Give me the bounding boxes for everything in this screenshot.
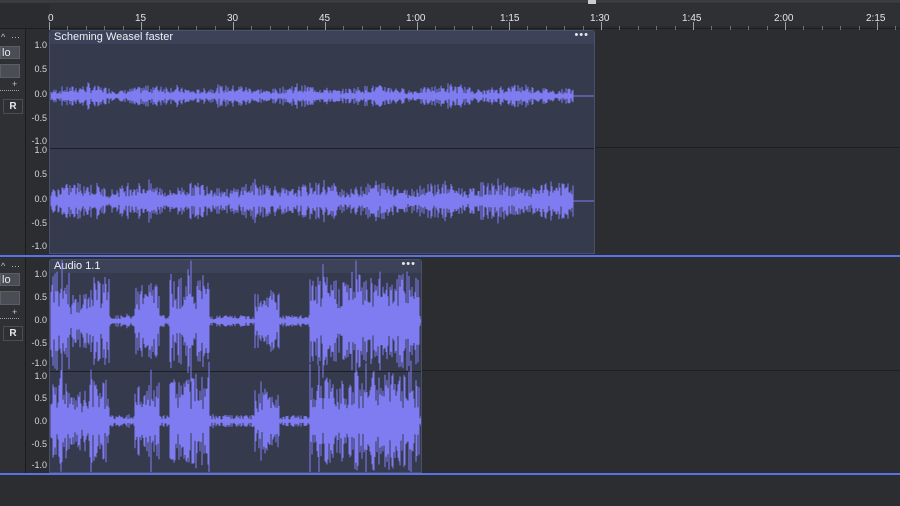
ruler-minor-tick [711, 26, 713, 30]
scale-label: -1.0 [31, 358, 47, 368]
scale-label: 1.0 [34, 371, 47, 381]
ruler-minor-tick [858, 26, 860, 30]
tick-label: 1:00 [406, 13, 426, 24]
ruler-minor-tick [821, 26, 823, 30]
scale-label: 0.0 [34, 194, 47, 204]
ruler-major-tick [49, 22, 50, 30]
ruler-minor-tick [748, 26, 750, 30]
tick-label: 1:30 [590, 13, 610, 24]
record-button[interactable]: R [3, 326, 23, 341]
ruler-major-tick [877, 22, 878, 30]
ruler-minor-tick [637, 26, 639, 30]
track-2-control-panel: ^ ··· lo + R [0, 258, 25, 473]
scale-label: 1.0 [34, 40, 47, 50]
track-menu-icon[interactable]: ··· [11, 32, 20, 42]
track-separator [0, 255, 900, 257]
ruler-major-tick [693, 22, 694, 30]
ruler-major-tick [785, 22, 786, 30]
ruler-minor-tick [656, 26, 658, 30]
solo-button[interactable]: lo [0, 273, 20, 286]
collapse-icon[interactable]: ^ [1, 32, 5, 42]
scale-label: -1.0 [31, 241, 47, 251]
ruler-major-tick [141, 22, 142, 30]
channel-divider-line [422, 370, 900, 371]
gain-slider[interactable] [0, 316, 19, 319]
effects-button[interactable] [0, 64, 20, 78]
waveform-display[interactable] [50, 31, 595, 254]
tick-label: 1:45 [682, 13, 702, 24]
ruler-minor-tick [619, 26, 621, 30]
ruler-major-tick [417, 22, 418, 30]
track-1-vertical-scale[interactable]: 1.0 0.5 0.0 -0.5 -1.0 1.0 0.5 0.0 -0.5 -… [26, 29, 49, 255]
waveform-right-channel [50, 360, 421, 472]
record-button[interactable]: R [3, 99, 23, 114]
channel-divider-line [595, 147, 900, 148]
scale-label: 0.5 [34, 169, 47, 179]
track-2-vertical-scale[interactable]: 1.0 0.5 0.0 -0.5 -1.0 1.0 0.5 0.0 -0.5 -… [26, 258, 49, 473]
ruler-minor-tick [895, 26, 897, 30]
ruler-minor-tick [766, 26, 768, 30]
timeline-ruler[interactable]: 0 15 30 45 1:00 1:15 1:30 1:45 2:00 2:15 [0, 0, 900, 30]
collapse-icon[interactable]: ^ [1, 261, 5, 271]
scale-label: 0.0 [34, 416, 47, 426]
ruler-top-strip [0, 0, 900, 3]
audio-clip-audio-1-1[interactable]: Audio 1.1 ••• [49, 259, 422, 473]
track-separator [0, 473, 900, 475]
scale-label: 0.5 [34, 393, 47, 403]
scale-label: 0.0 [34, 89, 47, 99]
tick-label: 2:15 [866, 13, 886, 24]
solo-button[interactable]: lo [0, 46, 20, 59]
playhead-marker[interactable] [588, 0, 596, 4]
ruler-minor-tick [729, 26, 731, 30]
scale-label: 0.5 [34, 292, 47, 302]
scale-label: -0.5 [31, 439, 47, 449]
scale-label: -0.5 [31, 338, 47, 348]
ruler-major-tick [233, 22, 234, 30]
ruler-major-tick [509, 22, 510, 30]
ruler-minor-tick [840, 26, 842, 30]
effects-button[interactable] [0, 291, 20, 305]
ruler-body[interactable]: 0 15 30 45 1:00 1:15 1:30 1:45 2:00 2:15 [48, 4, 900, 30]
ruler-minor-tick [803, 26, 805, 30]
scale-label: 1.0 [34, 269, 47, 279]
waveform-left-channel [50, 82, 594, 110]
gain-slider[interactable] [0, 88, 19, 91]
scale-label: 0.0 [34, 315, 47, 325]
waveform-right-channel [50, 178, 594, 224]
waveform-display[interactable] [50, 260, 422, 473]
scale-label: -1.0 [31, 460, 47, 470]
tick-label: 2:00 [774, 13, 794, 24]
track-menu-icon[interactable]: ··· [11, 261, 20, 271]
scale-label: 0.5 [34, 64, 47, 74]
scale-label: 1.0 [34, 145, 47, 155]
audio-clip-scheming-weasel[interactable]: Scheming Weasel faster ••• [49, 30, 595, 254]
ruler-major-tick [601, 22, 602, 30]
scale-label: -0.5 [31, 113, 47, 123]
ruler-minor-tick [674, 26, 676, 30]
ruler-major-tick [325, 22, 326, 30]
scale-label: -0.5 [31, 218, 47, 228]
track-1-control-panel: ^ ··· lo + R [0, 29, 25, 255]
